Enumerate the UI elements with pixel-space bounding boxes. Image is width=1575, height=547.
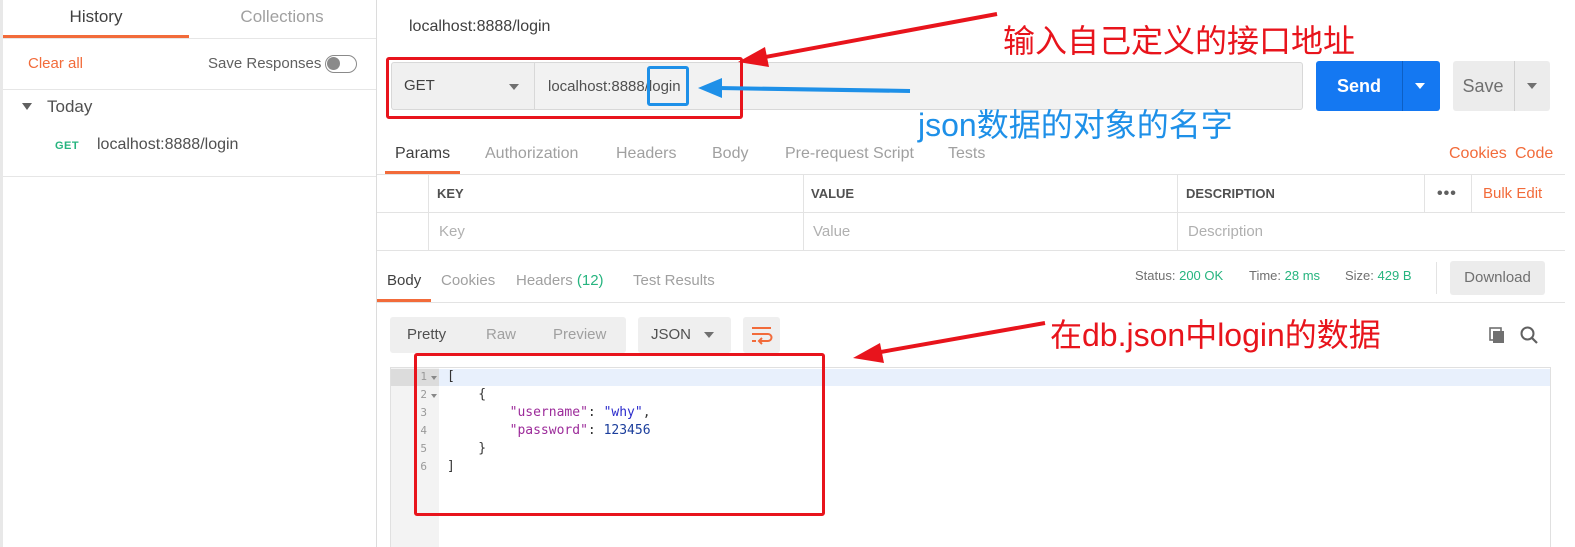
send-button[interactable]: Send <box>1316 61 1440 111</box>
chevron-down-icon[interactable] <box>22 103 32 110</box>
annotation-box-url <box>386 57 743 119</box>
divider <box>3 38 376 39</box>
download-button[interactable]: Download <box>1450 261 1545 295</box>
sidebar-edge <box>0 0 3 547</box>
tab-response-cookies[interactable]: Cookies <box>441 262 495 302</box>
send-label: Send <box>1336 76 1381 96</box>
clear-all-button[interactable]: Clear all <box>28 55 83 72</box>
chevron-down-icon[interactable] <box>1415 83 1425 89</box>
tab-collections[interactable]: Collections <box>189 0 375 38</box>
format-raw[interactable]: Raw <box>486 317 516 353</box>
history-item-method: GET <box>55 140 80 152</box>
column-divider <box>428 175 429 251</box>
toggle-knob <box>327 57 340 70</box>
annotation-text-endpoint: json数据的对象的名字 <box>918 107 1233 143</box>
annotation-arrow-red-bottom <box>874 321 1046 355</box>
save-button[interactable]: Save <box>1453 61 1550 111</box>
annotation-text-response: 在db.json中login的数据 <box>1050 317 1381 353</box>
divider <box>377 302 1565 303</box>
annotation-arrow-red-top <box>759 12 998 60</box>
tab-response-body[interactable]: Body <box>376 262 432 302</box>
format-preview[interactable]: Preview <box>553 317 606 353</box>
column-divider <box>1424 175 1425 213</box>
format-pretty[interactable]: Pretty <box>407 317 446 353</box>
send-divider <box>1402 61 1403 111</box>
time-value[interactable]: 28 ms <box>1285 268 1320 283</box>
request-title: localhost:8888/login <box>409 18 551 35</box>
params-header-row <box>377 175 1565 213</box>
column-divider <box>803 175 804 251</box>
divider <box>3 89 376 90</box>
copy-icon[interactable] <box>1487 325 1507 345</box>
divider <box>3 176 376 177</box>
tab-test-results[interactable]: Test Results <box>633 262 715 302</box>
chevron-down-icon[interactable] <box>1527 83 1537 89</box>
history-item-url[interactable]: localhost:8888/login <box>97 136 238 154</box>
annotation-text-url: 输入自己定义的接口地址 <box>1003 23 1356 59</box>
status-value[interactable]: 200 OK <box>1179 268 1223 283</box>
sidebar: History Collections Clear all Save Respo… <box>0 0 377 547</box>
cookies-link[interactable]: Cookies <box>1449 136 1507 172</box>
code-link[interactable]: Code <box>1515 136 1553 172</box>
save-divider <box>1514 61 1515 111</box>
status-meta: Status: 200 OK <box>1135 268 1223 283</box>
format-type-value: JSON <box>651 326 692 343</box>
column-header-description: DESCRIPTION <box>1186 186 1275 201</box>
wrap-lines-button[interactable] <box>743 317 780 353</box>
annotation-arrowhead-red-bottom <box>853 343 884 363</box>
status-label: Status: <box>1135 268 1176 283</box>
sidebar-tabs: History Collections <box>3 0 376 38</box>
tab-params[interactable]: Params <box>384 136 461 174</box>
format-type-select[interactable]: JSON <box>638 317 731 353</box>
headers-count-badge: (12) <box>576 272 604 289</box>
tab-response-headers-label: Headers <box>516 272 573 289</box>
annotation-box-response <box>414 353 825 516</box>
column-header-key: KEY <box>437 186 464 201</box>
format-toggle-group: Pretty Raw Preview <box>390 317 626 353</box>
column-divider <box>1471 175 1472 213</box>
time-label: Time: <box>1249 268 1282 283</box>
more-options-icon[interactable]: ••• <box>1437 185 1457 203</box>
tab-headers[interactable]: Headers <box>616 136 676 174</box>
time-meta: Time: 28 ms <box>1249 268 1320 283</box>
column-divider <box>1177 175 1178 251</box>
divider <box>1436 262 1437 294</box>
tab-response-headers[interactable]: Headers (12) <box>516 262 604 302</box>
tab-history[interactable]: History <box>3 0 189 38</box>
size-meta: Size: 429 B <box>1345 268 1412 283</box>
chevron-down-icon <box>704 332 714 338</box>
wrap-lines-icon <box>752 327 773 345</box>
size-value[interactable]: 429 B <box>1378 268 1412 283</box>
value-input[interactable]: Value <box>813 223 850 240</box>
tab-pre-request-script[interactable]: Pre-request Script <box>785 136 914 174</box>
size-label: Size: <box>1345 268 1374 283</box>
tab-body[interactable]: Body <box>712 136 748 174</box>
params-table: KEY VALUE DESCRIPTION Key Value Descript… <box>377 175 1565 251</box>
save-label: Save <box>1462 76 1504 96</box>
annotation-box-endpoint <box>647 66 689 106</box>
save-responses-toggle[interactable] <box>325 55 357 73</box>
history-group-today[interactable]: Today <box>47 97 92 117</box>
save-responses-label: Save Responses <box>208 55 322 72</box>
column-header-value: VALUE <box>811 186 855 201</box>
search-icon[interactable] <box>1519 325 1539 345</box>
tab-authorization[interactable]: Authorization <box>485 136 578 174</box>
key-input[interactable]: Key <box>439 223 465 240</box>
bulk-edit-link[interactable]: Bulk Edit <box>1483 185 1542 202</box>
description-input[interactable]: Description <box>1188 223 1263 240</box>
